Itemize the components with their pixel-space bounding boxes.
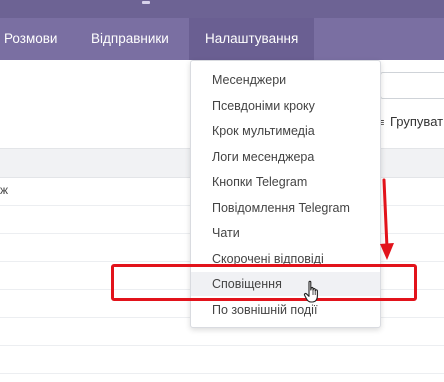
search-input[interactable] [380,72,444,99]
menu-item-external-event[interactable]: По зовнішній події [191,298,380,322]
table-row-divider [0,373,444,374]
menu-item-chats[interactable]: Чати [191,221,380,245]
nav-item-conversations[interactable]: Розмови [4,18,57,60]
app-title-bar [0,0,444,18]
table-cell-fragment: ж [0,183,9,197]
nav-item-senders[interactable]: Відправники [91,18,169,60]
menu-item-step-multimedia[interactable]: Крок мультимедіа [191,119,380,143]
annotation-arrow-icon [380,178,394,260]
menu-item-telegram-messages[interactable]: Повідомлення Telegram [191,196,380,220]
menu-item-telegram-buttons[interactable]: Кнопки Telegram [191,170,380,194]
table-row-divider [0,345,444,346]
annotation-highlight-box [111,264,417,301]
menu-item-messenger-logs[interactable]: Логи месенджера [191,145,380,169]
main-navbar: Розмови Відправники Налаштування [0,18,444,60]
group-by-button[interactable]: ≡Групувати [378,112,444,132]
nav-item-settings[interactable]: Налаштування [189,18,315,60]
menu-item-messengers[interactable]: Месенджери [191,68,380,92]
title-bar-fragment [142,1,150,4]
hand-pointer-icon [303,280,318,303]
group-by-label: Групувати [390,114,444,129]
menu-item-step-aliases[interactable]: Псевдоніми кроку [191,94,380,118]
